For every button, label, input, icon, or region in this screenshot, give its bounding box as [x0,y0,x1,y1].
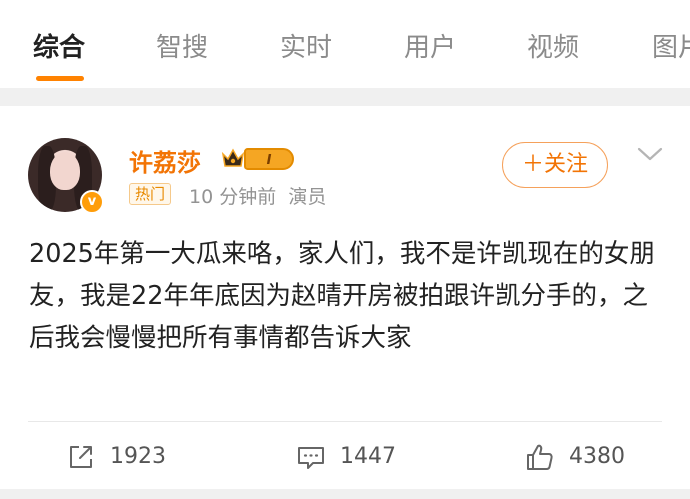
crown-icon [221,148,245,167]
tab-comprehensive[interactable]: 综合 [33,27,85,64]
post-meta: 10 分钟前 演员 [189,182,326,209]
user-role: 演员 [288,186,327,208]
tab-videos[interactable]: 视频 [527,27,579,64]
repost-button[interactable]: 1923 [66,442,176,472]
post-text: 2025年第一大瓜来咯，家人们，我不是许凯现在的女朋友，我是22年年底因为赵晴开… [29,239,655,353]
verified-icon: v [80,190,104,214]
tab-smart-search[interactable]: 智搜 [156,27,208,64]
tab-users[interactable]: 用户 [404,27,456,64]
bottom-divider [0,489,690,499]
repost-icon [70,446,92,468]
tab-images[interactable]: 图片 [652,27,690,64]
username[interactable]: 许荔莎 [129,143,201,178]
post-card[interactable]: v 许荔莎 I 热门 10 分钟前 演员 ＋关注 2025年第一大瓜来咯，家人们… [0,106,690,489]
like-icon [527,444,553,470]
hot-tag: 热门 [129,183,172,205]
comment-button[interactable]: 1447 [296,442,406,472]
chevron-down-icon[interactable] [636,144,664,164]
like-button[interactable]: 4380 [525,442,635,472]
avatar[interactable]: v [28,138,104,214]
comment-icon [298,447,324,469]
search-tabs: 综合 智搜 实时 用户 视频 图片 [0,0,690,88]
repost-count: 1923 [110,444,166,469]
follow-button[interactable]: ＋关注 [502,142,608,188]
tab-realtime[interactable]: 实时 [280,27,332,64]
active-tab-indicator [36,76,84,81]
post-time: 10 分钟前 [189,186,277,208]
actions-divider [28,421,662,422]
like-count: 4380 [569,444,625,469]
comment-count: 1447 [340,444,396,469]
level-badge: I [244,148,294,170]
section-divider [0,88,690,106]
